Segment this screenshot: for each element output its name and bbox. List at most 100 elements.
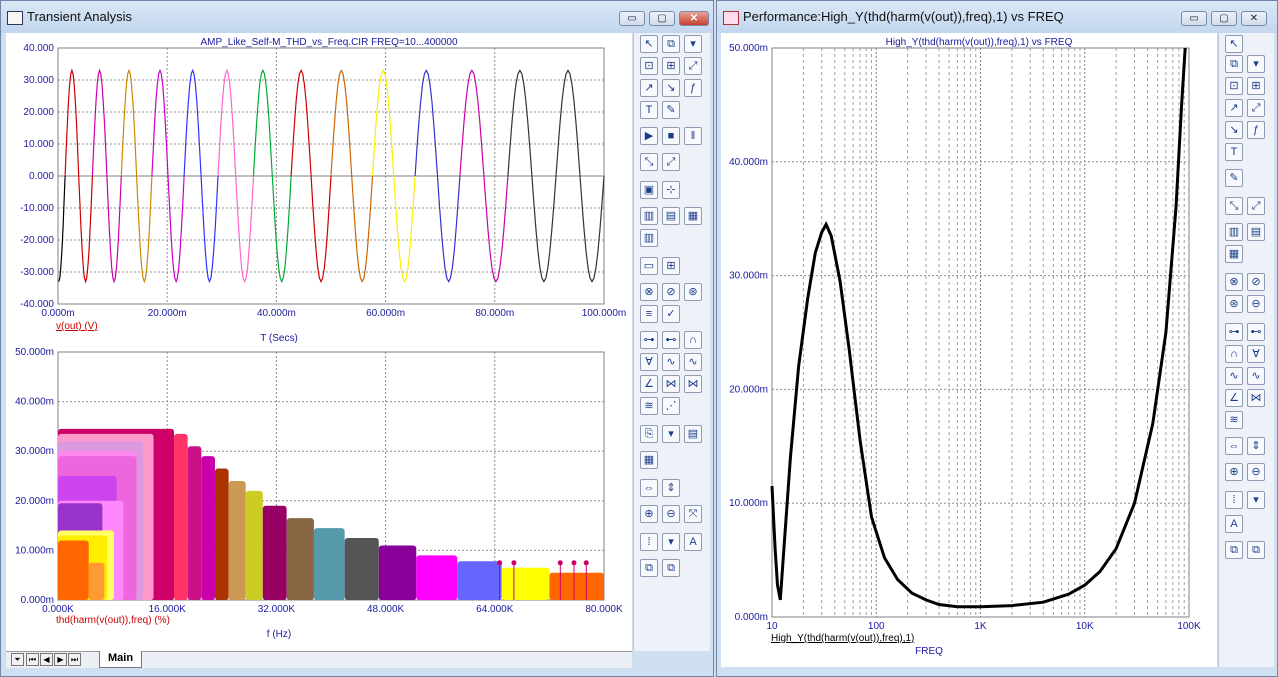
go-to-x-icon[interactable]: ⊶	[1225, 323, 1243, 341]
high-icon[interactable]: ∿	[662, 353, 680, 371]
peak-y-icon[interactable]: ∩	[684, 331, 702, 349]
data-points-icon[interactable]: ▣	[640, 181, 658, 199]
zoom-out-axis-icon[interactable]: ⤢	[662, 153, 680, 171]
zoom-in-axis-icon[interactable]: ⤡	[1225, 197, 1243, 215]
font-icon[interactable]: A	[1225, 515, 1243, 533]
grid-major-icon[interactable]: ▥	[1225, 223, 1243, 241]
tokens-icon[interactable]: ⊹	[662, 181, 680, 199]
plot-canvas[interactable]: 40.000 30.000 20.000 10.000 0.000 -10.000 -20.…	[6, 33, 632, 651]
run-icon[interactable]: ▶	[640, 127, 658, 145]
go-to-y-icon[interactable]: ⊷	[1247, 323, 1265, 341]
zoom-out-axis-icon[interactable]: ⤢	[1247, 197, 1265, 215]
high-icon[interactable]: ∿	[1225, 367, 1243, 385]
cursor-icon[interactable]: ↘	[1225, 121, 1243, 139]
plot-canvas[interactable]: 50.000m 40.000m 30.000m 20.000m 10.000m 0.000…	[721, 33, 1217, 667]
text-icon[interactable]: T	[1225, 143, 1243, 161]
stack-icon[interactable]: ⁞	[640, 533, 658, 551]
close-button[interactable]: ✕	[679, 11, 709, 26]
point-icon[interactable]: ⋰	[662, 397, 680, 415]
transient-y-label[interactable]: v(out) (V)	[56, 321, 98, 332]
zoom-out-icon[interactable]: ⊖	[1247, 463, 1265, 481]
copy-icon[interactable]: ⧉	[640, 559, 658, 577]
bottom-icon[interactable]: ≡	[640, 305, 658, 323]
cursor-icon[interactable]: ↘	[662, 79, 680, 97]
cross-icon[interactable]: ⋈	[1247, 389, 1265, 407]
zoom-in-icon[interactable]: ⊕	[1225, 463, 1243, 481]
fit-y-icon[interactable]: ⇕	[662, 479, 680, 497]
dropdown-icon[interactable]: ▾	[1247, 55, 1265, 73]
minimize-button[interactable]: ▭	[619, 11, 645, 26]
stack-icon[interactable]: ⁞	[1225, 491, 1243, 509]
restore-button[interactable]: ✕	[1241, 11, 1267, 26]
table-icon[interactable]: ▦	[640, 451, 658, 469]
fit-y-icon[interactable]: ⇕	[1247, 437, 1265, 455]
top-icon[interactable]: ✓	[662, 305, 680, 323]
format-icon[interactable]: ✎	[662, 101, 680, 119]
scale-mode-icon[interactable]: ⤢	[684, 57, 702, 75]
inflection-icon[interactable]: ∀	[1247, 345, 1265, 363]
fit-x-icon[interactable]: ⇔	[1225, 437, 1243, 455]
nav-first-button[interactable]: ⏮	[26, 653, 39, 666]
envelope-icon[interactable]: ≋	[1225, 411, 1243, 429]
thd-y-label[interactable]: thd(harm(v(out)),freq) (%)	[56, 615, 170, 626]
clipboard-dropdown-icon[interactable]: ▾	[662, 425, 680, 443]
peak-icon[interactable]: ⊗	[640, 283, 658, 301]
fit-x-icon[interactable]: ⇔	[640, 479, 658, 497]
slope-measure-icon[interactable]: ∠	[1225, 389, 1243, 407]
envelope-icon[interactable]: ≋	[640, 397, 658, 415]
tab-main[interactable]: Main	[99, 651, 143, 668]
zoom-box-icon[interactable]: ⊡	[640, 57, 658, 75]
slope-measure-icon[interactable]: ∠	[640, 375, 658, 393]
grid-both-icon[interactable]: ▦	[1225, 245, 1243, 263]
cross-icon[interactable]: ⋈	[662, 375, 680, 393]
pointer-icon[interactable]: ↖	[640, 35, 658, 53]
valley-icon[interactable]: ⊘	[662, 283, 680, 301]
zoom-out-icon[interactable]: ⊖	[662, 505, 680, 523]
stop-icon[interactable]: ■	[662, 127, 680, 145]
stack-dropdown-icon[interactable]: ▾	[1247, 491, 1265, 509]
go-to-x-icon[interactable]: ⊶	[640, 331, 658, 349]
paste-icon[interactable]: ⧉	[662, 559, 680, 577]
grid-major-icon[interactable]: ▥	[640, 207, 658, 225]
pause-icon[interactable]: ‖	[684, 127, 702, 145]
tracker-icon[interactable]: ↗	[1225, 99, 1243, 117]
valley-icon[interactable]: ⊘	[1247, 273, 1265, 291]
maximize-button[interactable]: ▢	[649, 11, 675, 26]
slope-icon[interactable]: ⊛	[684, 283, 702, 301]
grid-minor-icon[interactable]: ▤	[662, 207, 680, 225]
grid-both-icon[interactable]: ▦	[684, 207, 702, 225]
zoom-box-icon[interactable]: ⊡	[1225, 77, 1243, 95]
nav-next-button[interactable]: ▶	[54, 653, 67, 666]
tracker-icon[interactable]: ↗	[640, 79, 658, 97]
panning-icon[interactable]: ⊞	[662, 57, 680, 75]
text-icon[interactable]: T	[640, 101, 658, 119]
copy-icon[interactable]: ⧉	[1225, 541, 1243, 559]
list-icon[interactable]: ▤	[684, 425, 702, 443]
slope-icon[interactable]: ⊛	[1225, 295, 1243, 313]
peak-y-icon[interactable]: ∩	[1225, 345, 1243, 363]
minimize-button[interactable]: ▭	[1181, 11, 1207, 26]
low-icon[interactable]: ∿	[684, 353, 702, 371]
function-icon[interactable]: ƒ	[1247, 121, 1265, 139]
zoom-in-axis-icon[interactable]: ⤡	[640, 153, 658, 171]
panning-icon[interactable]: ⊞	[1247, 77, 1265, 95]
peak-icon[interactable]: ⊗	[1225, 273, 1243, 291]
performance-y-label[interactable]: High_Y(thd(harm(v(out)),freq),1)	[771, 633, 914, 644]
function-icon[interactable]: ƒ	[684, 79, 702, 97]
format-icon[interactable]: ✎	[1225, 169, 1243, 187]
pointer-icon[interactable]: ↖	[1225, 35, 1243, 53]
inflection-icon[interactable]: ∀	[640, 353, 658, 371]
grid-none-icon[interactable]: ▥	[640, 229, 658, 247]
title-bar[interactable]: Performance:High_Y(thd(harm(v(out)),freq…	[717, 1, 1277, 33]
stack-dropdown-icon[interactable]: ▾	[662, 533, 680, 551]
nav-last-button[interactable]: ⏭	[68, 653, 81, 666]
axes-icon[interactable]: ⊞	[662, 257, 680, 275]
scale-icon[interactable]: ⧉	[1225, 55, 1243, 73]
font-icon[interactable]: A	[684, 533, 702, 551]
zoom-in-icon[interactable]: ⊕	[640, 505, 658, 523]
go-to-y-icon[interactable]: ⊷	[662, 331, 680, 349]
paste-icon[interactable]: ⧉	[1247, 541, 1265, 559]
horizontal-axis-icon[interactable]: ▭	[640, 257, 658, 275]
nav-menu-button[interactable]: ⏷	[11, 653, 24, 666]
search-icon[interactable]: ⊖	[1247, 295, 1265, 313]
